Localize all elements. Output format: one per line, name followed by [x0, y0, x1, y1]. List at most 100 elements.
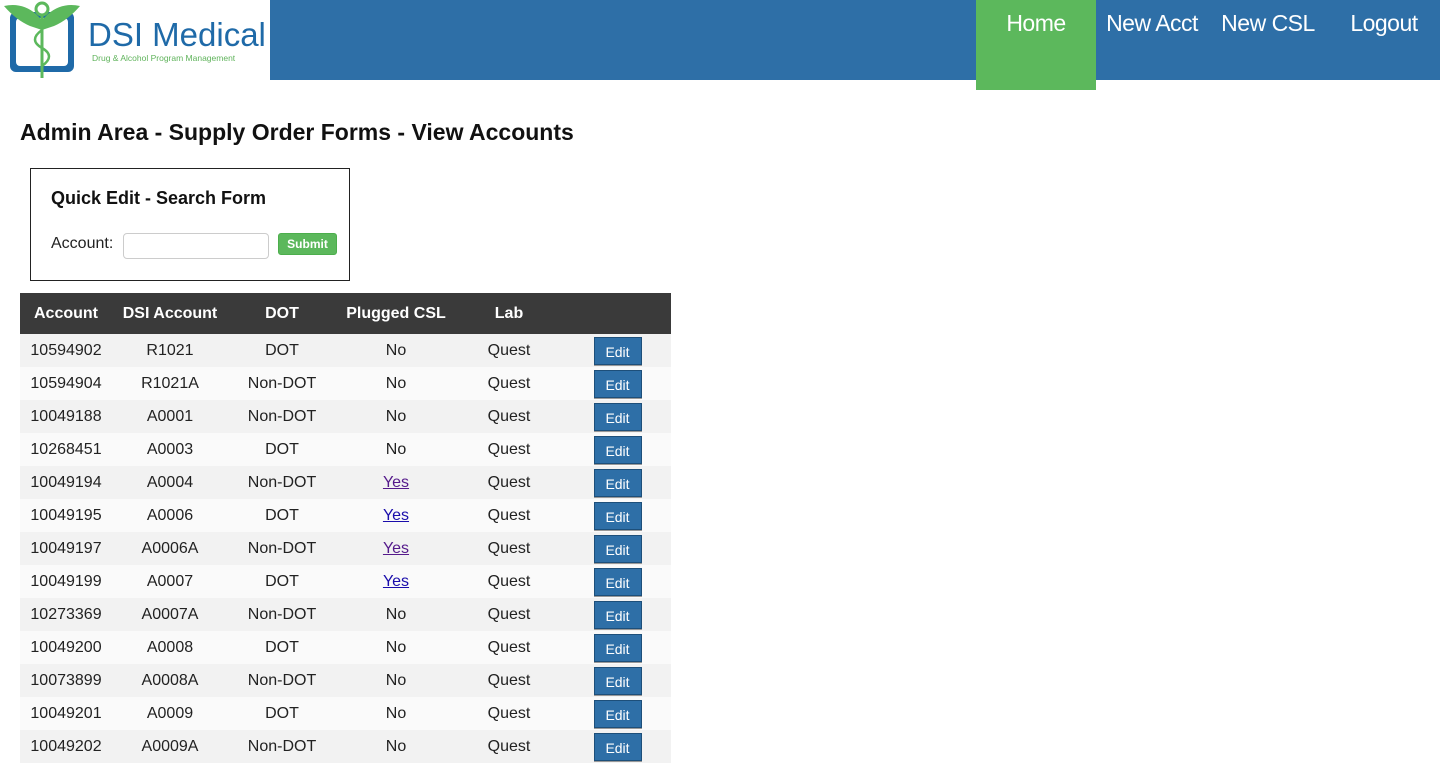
plugged-csl-link[interactable]: Yes [383, 507, 409, 524]
column-header-lab: Lab [494, 304, 524, 322]
edit-button[interactable]: Edit [593, 336, 642, 365]
dsi-account-cell: A0006A [141, 539, 199, 557]
account-input[interactable] [123, 233, 269, 259]
lab-cell: Quest [487, 374, 531, 392]
table-row: 10049188 A0001 Non-DOT No Quest Edit [20, 400, 671, 433]
edit-button[interactable]: Edit [593, 633, 642, 662]
account-cell: 10594904 [30, 374, 102, 392]
nav-new-csl[interactable]: New CSL [1208, 0, 1328, 60]
actions-cell: Edit [562, 631, 671, 664]
dot-cell: DOT [265, 506, 299, 524]
dot-cell: Non-DOT [247, 407, 317, 425]
brand-name: DSI Medical [88, 16, 266, 53]
top-navbar: DSI Medical Drug & Alcohol Program Manag… [0, 0, 1440, 90]
lab-cell: Quest [487, 407, 531, 425]
logo[interactable]: DSI Medical Drug & Alcohol Program Manag… [0, 0, 270, 80]
table-row: 10073899 A0008A Non-DOT No Quest Edit [20, 664, 671, 697]
dot-cell: Non-DOT [247, 671, 317, 689]
dot-cell: Non-DOT [247, 473, 317, 491]
nav-logout[interactable]: Logout [1328, 0, 1440, 60]
dot-cell: Non-DOT [247, 374, 317, 392]
edit-button[interactable]: Edit [593, 699, 642, 728]
lab-cell: Quest [487, 440, 531, 458]
table-row: 10594902 R1021 DOT No Quest Edit [20, 334, 671, 367]
actions-cell: Edit [562, 730, 671, 763]
edit-button[interactable]: Edit [593, 732, 642, 761]
submit-button[interactable]: Submit [278, 233, 337, 255]
plugged-csl-cell: No [385, 671, 407, 689]
search-form-title: Quick Edit - Search Form [51, 188, 267, 208]
dsi-account-cell: A0007A [141, 605, 199, 623]
lab-cell: Quest [487, 539, 531, 557]
dsi-account-cell: A0008A [141, 671, 199, 689]
dot-cell: Non-DOT [247, 737, 317, 755]
plugged-csl-cell: No [385, 374, 407, 392]
table-row: 10594904 R1021A Non-DOT No Quest Edit [20, 367, 671, 400]
table-header-row: Account DSI Account DOT Plugged CSL Lab [20, 293, 671, 334]
dsi-account-cell: A0009A [141, 737, 199, 755]
table-row: 10049200 A0008 DOT No Quest Edit [20, 631, 671, 664]
edit-button[interactable]: Edit [593, 600, 642, 629]
edit-button[interactable]: Edit [593, 435, 642, 464]
account-label: Account: [51, 235, 114, 252]
lab-cell: Quest [487, 638, 531, 656]
dsi-account-cell: A0008 [146, 638, 194, 656]
plugged-csl-cell: No [385, 638, 407, 656]
dsi-account-cell: A0001 [146, 407, 194, 425]
lab-cell: Quest [487, 341, 531, 359]
dsi-account-cell: A0009 [146, 704, 194, 722]
edit-button[interactable]: Edit [593, 666, 642, 695]
actions-cell: Edit [562, 400, 671, 433]
plugged-csl-cell: Yes [336, 499, 456, 532]
account-cell: 10073899 [30, 671, 102, 689]
lab-cell: Quest [487, 473, 531, 491]
edit-button[interactable]: Edit [593, 501, 642, 530]
actions-cell: Edit [562, 532, 671, 565]
edit-button[interactable]: Edit [593, 369, 642, 398]
actions-cell: Edit [562, 664, 671, 697]
plugged-csl-cell: No [385, 341, 407, 359]
nav-home[interactable]: Home [976, 0, 1096, 90]
account-cell: 10049200 [30, 638, 102, 656]
dot-cell: DOT [265, 572, 299, 590]
plugged-csl-link[interactable]: Yes [383, 540, 409, 557]
dot-cell: Non-DOT [247, 539, 317, 557]
actions-cell: Edit [562, 367, 671, 400]
lab-cell: Quest [487, 704, 531, 722]
actions-cell: Edit [562, 499, 671, 532]
column-header-account: Account [34, 304, 98, 322]
table-row: 10049202 A0009A Non-DOT No Quest Edit [20, 730, 671, 763]
plugged-csl-link[interactable]: Yes [383, 573, 409, 590]
actions-cell: Edit [562, 565, 671, 598]
table-row: 10049201 A0009 DOT No Quest Edit [20, 697, 671, 730]
plugged-csl-cell: Yes [336, 565, 456, 598]
account-cell: 10049195 [30, 506, 102, 524]
plugged-csl-cell: No [385, 440, 407, 458]
lab-cell: Quest [487, 605, 531, 623]
table-row: 10273369 A0007A Non-DOT No Quest Edit [20, 598, 671, 631]
account-cell: 10049201 [30, 704, 102, 722]
quick-edit-search-form: Quick Edit - Search Form Account: Submit [30, 168, 350, 281]
edit-button[interactable]: Edit [593, 534, 642, 563]
plugged-csl-cell: Yes [336, 532, 456, 565]
nav-new-acct[interactable]: New Acct [1096, 0, 1208, 60]
dot-cell: Non-DOT [247, 605, 317, 623]
lab-cell: Quest [487, 671, 531, 689]
account-cell: 10049194 [30, 473, 102, 491]
edit-button[interactable]: Edit [593, 468, 642, 497]
dot-cell: DOT [265, 341, 299, 359]
lab-cell: Quest [487, 506, 531, 524]
edit-button[interactable]: Edit [593, 567, 642, 596]
plugged-csl-link[interactable]: Yes [383, 474, 409, 491]
account-cell: 10273369 [30, 605, 102, 623]
plugged-csl-cell: No [385, 704, 407, 722]
plugged-csl-cell: No [385, 605, 407, 623]
edit-button[interactable]: Edit [593, 402, 642, 431]
lab-cell: Quest [487, 737, 531, 755]
column-header-actions [562, 293, 671, 334]
dot-cell: DOT [265, 440, 299, 458]
plugged-csl-cell: Yes [336, 466, 456, 499]
dsi-account-cell: R1021A [141, 374, 199, 392]
actions-cell: Edit [562, 598, 671, 631]
dsi-account-cell: R1021 [146, 341, 194, 359]
